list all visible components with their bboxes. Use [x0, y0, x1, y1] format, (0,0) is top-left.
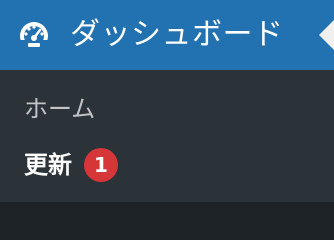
current-menu-arrow [319, 20, 334, 50]
submenu-item-home[interactable]: ホーム [24, 92, 95, 126]
submenu-item-updates[interactable]: 更新 1 [24, 148, 118, 182]
menu-item-dashboard[interactable]: ダッシュボード [0, 0, 334, 70]
menu-label-dashboard: ダッシュボード [70, 17, 284, 52]
submenu-label-home: ホーム [24, 95, 96, 123]
admin-sidebar-menu: ダッシュボード ホーム 更新 1 [0, 0, 334, 216]
submenu-label-updates: 更新 [24, 151, 72, 179]
dashboard-submenu: ホーム 更新 1 [0, 70, 334, 202]
dashboard-gauge-icon [18, 20, 50, 52]
update-count-badge: 1 [84, 148, 118, 182]
